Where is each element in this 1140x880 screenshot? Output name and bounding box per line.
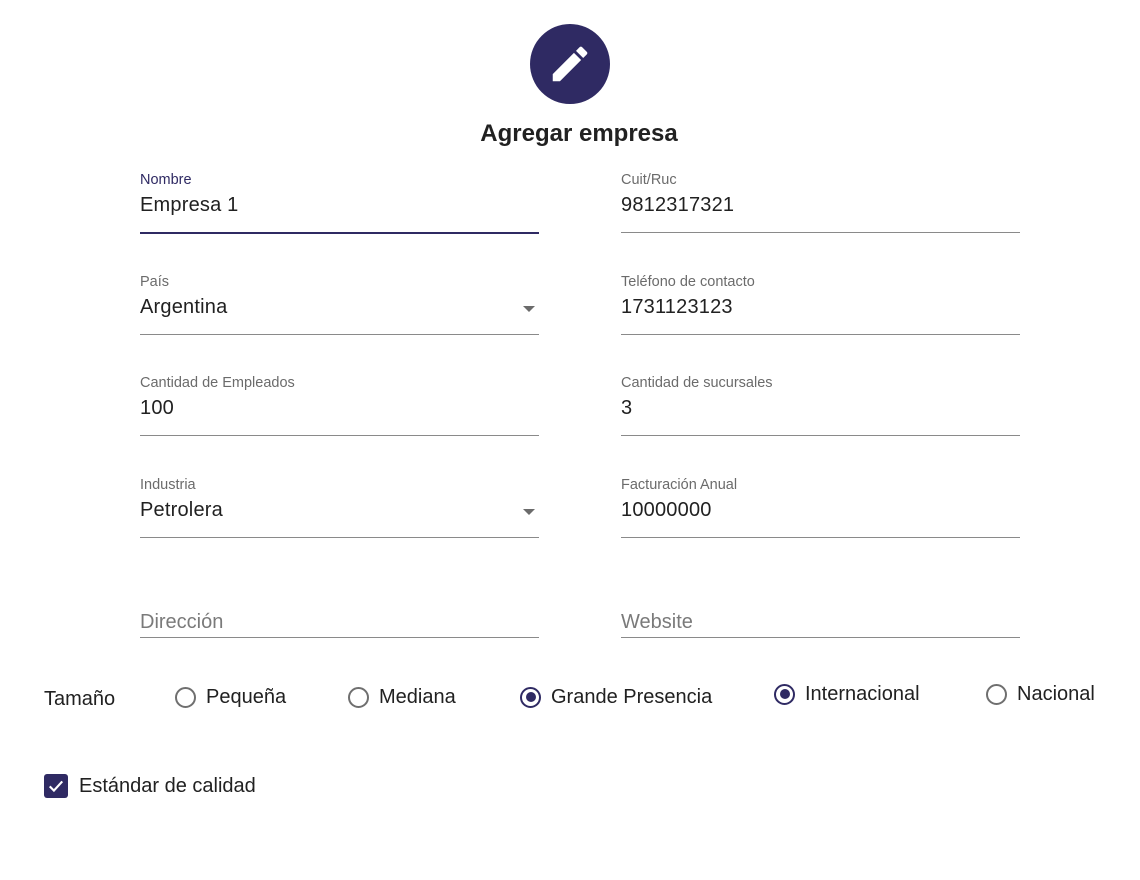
radio-circle[interactable] [520, 686, 541, 708]
check-icon [48, 780, 64, 793]
cuit-value[interactable]: 9812317321 [621, 194, 734, 217]
empleados-field[interactable]: Cantidad de Empleados 100 [140, 375, 539, 436]
cuit-field[interactable]: Cuit/Ruc 9812317321 [621, 172, 1020, 233]
sucursales-field[interactable]: Cantidad de sucursales 3 [621, 375, 1020, 436]
tamano-label: Tamaño [44, 688, 116, 710]
radio-circle[interactable] [986, 683, 1007, 705]
page-title: Agregar empresa [480, 120, 678, 147]
radio-nacional[interactable]: Nacional [986, 680, 1095, 708]
radio-label[interactable]: Nacional [1017, 683, 1095, 706]
empleados-value[interactable]: 100 [140, 397, 174, 420]
nombre-label: Nombre [140, 172, 192, 188]
radio-mediana[interactable]: Mediana [348, 683, 456, 711]
facturacion-field[interactable]: Facturación Anual 10000000 [621, 477, 1020, 538]
pais-value[interactable]: Argentina [140, 296, 227, 319]
calidad-checkbox[interactable]: Estándar de calidad [44, 774, 256, 798]
cuit-label: Cuit/Ruc [621, 172, 677, 188]
direccion-field[interactable]: Dirección [140, 577, 539, 638]
sucursales-value[interactable]: 3 [621, 397, 632, 420]
chevron-down-icon[interactable] [523, 509, 535, 515]
empleados-label: Cantidad de Empleados [140, 375, 295, 391]
facturacion-value[interactable]: 10000000 [621, 499, 712, 522]
facturacion-label: Facturación Anual [621, 477, 738, 493]
telefono-value[interactable]: 1731123123 [621, 296, 733, 319]
chevron-down-icon[interactable] [523, 306, 535, 312]
radio-label[interactable]: Grande Presencia [551, 686, 712, 709]
telefono-field[interactable]: Teléfono de contacto 1731123123 [621, 274, 1020, 335]
pencil-icon [552, 46, 588, 82]
nombre-field[interactable]: Nombre Empresa 1 [140, 172, 539, 234]
radio-internacional[interactable]: Internacional [774, 680, 920, 708]
radio-circle[interactable] [774, 683, 795, 705]
edit-avatar [530, 24, 610, 104]
radio-label[interactable]: Mediana [379, 686, 456, 709]
industria-select[interactable]: Industria Petrolera [140, 477, 539, 538]
radio-pequena[interactable]: Pequeña [175, 683, 286, 711]
calidad-label[interactable]: Estándar de calidad [79, 775, 256, 798]
industria-value[interactable]: Petrolera [140, 499, 223, 522]
industria-label: Industria [140, 477, 196, 493]
radio-label[interactable]: Pequeña [206, 686, 286, 709]
checkbox-box[interactable] [44, 774, 68, 798]
pais-select[interactable]: País Argentina [140, 274, 539, 335]
radio-circle[interactable] [175, 686, 196, 708]
radio-label[interactable]: Internacional [805, 683, 920, 706]
add-company-page: Agregar empresa Nombre Empresa 1 País Ar… [0, 0, 1140, 880]
website-field[interactable]: Website [621, 577, 1020, 638]
pais-label: País [140, 274, 170, 290]
direccion-placeholder[interactable]: Dirección [140, 611, 223, 634]
website-placeholder[interactable]: Website [621, 611, 693, 634]
radio-circle[interactable] [348, 686, 369, 708]
sucursales-label: Cantidad de sucursales [621, 375, 773, 391]
radio-grande-presencia[interactable]: Grande Presencia [520, 683, 712, 711]
nombre-value[interactable]: Empresa 1 [140, 194, 239, 217]
telefono-label: Teléfono de contacto [621, 274, 755, 290]
